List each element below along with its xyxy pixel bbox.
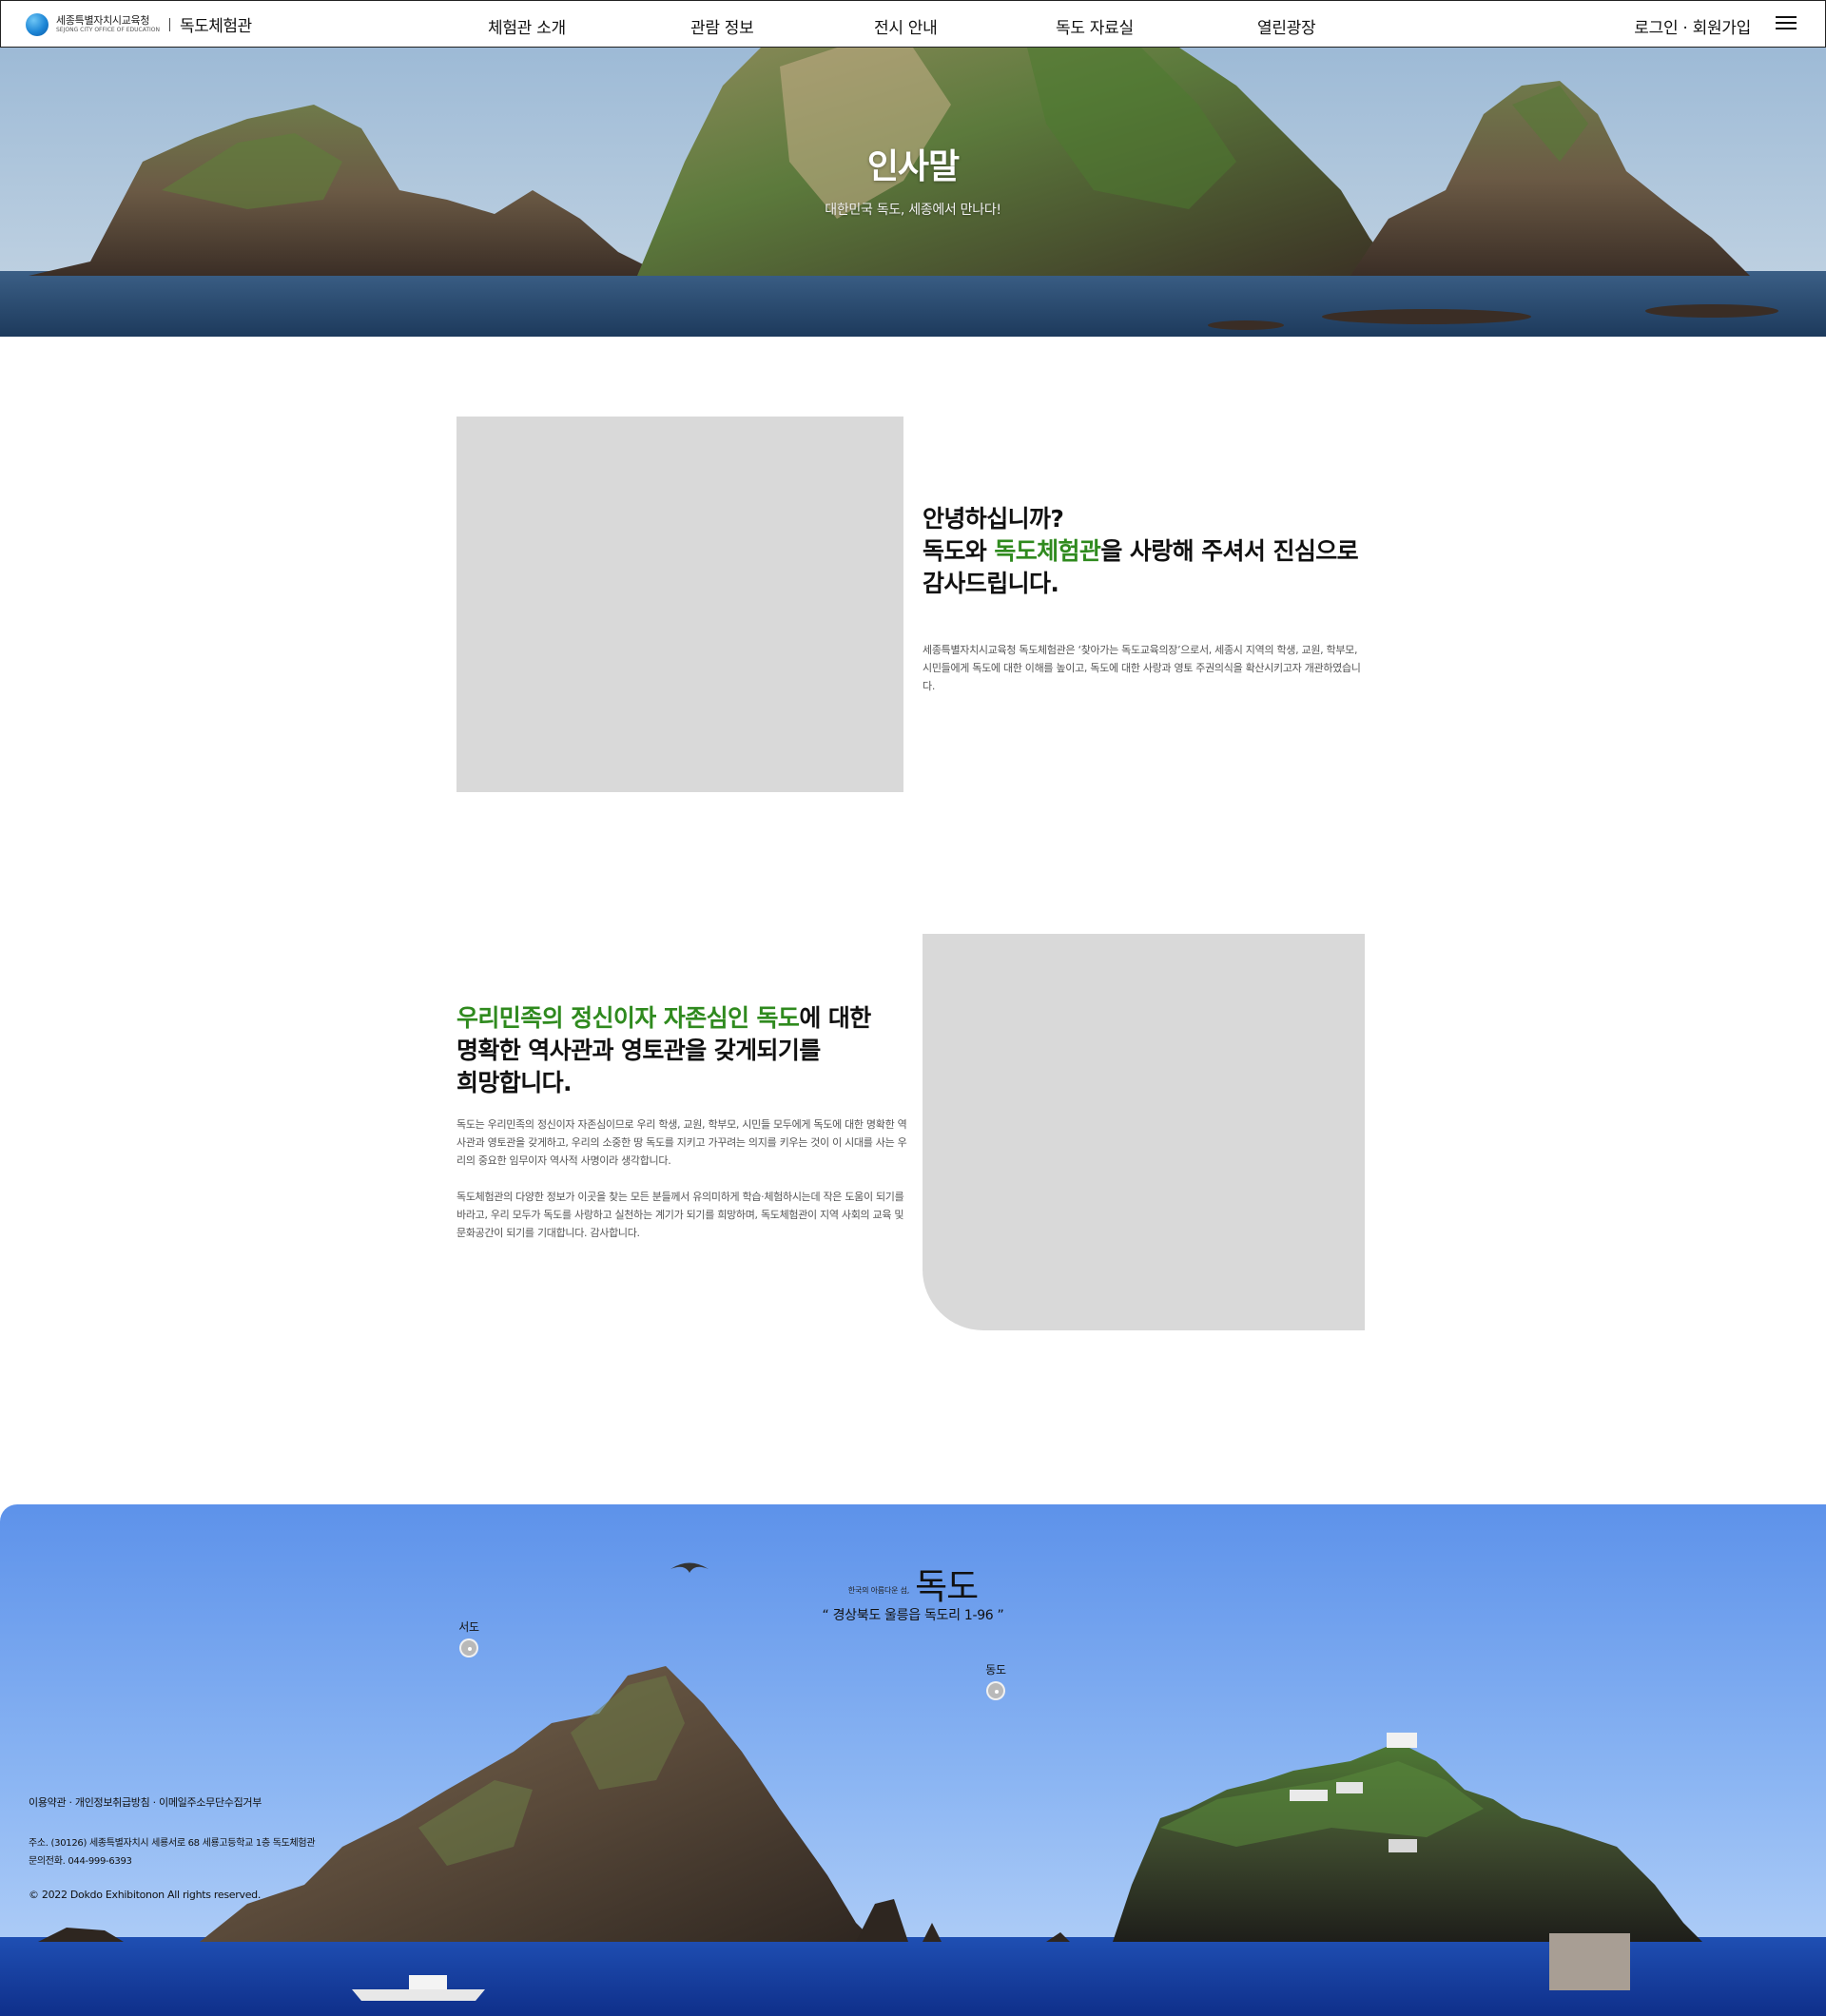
marker-seodo-label: 서도 bbox=[458, 1620, 479, 1634]
mission-heading-highlight: 우리민족의 정신이자 자존심인 독도 bbox=[456, 1004, 800, 1032]
nav-item-community[interactable]: 열린광장 bbox=[1257, 14, 1316, 38]
site-name: 독도체험관 bbox=[179, 17, 252, 36]
greeting-heading-line1: 안녕하십니까? bbox=[923, 505, 1064, 533]
greeting-heading-post: 을 사랑해 주셔서 진심으로 bbox=[1100, 537, 1359, 565]
user-util: 로그인 · 회원가입 bbox=[1634, 14, 1751, 38]
greeting-heading-line3: 감사드립니다. bbox=[923, 570, 1059, 597]
nav-item-about[interactable]: 체험관 소개 bbox=[488, 14, 566, 38]
scroll-top-button[interactable] bbox=[1549, 1933, 1630, 1990]
signup-link[interactable]: 회원가입 bbox=[1693, 19, 1752, 38]
mission-image-placeholder bbox=[923, 934, 1365, 1330]
marker-dongdo[interactable]: 동도 bbox=[967, 1661, 1024, 1704]
nav-item-archive[interactable]: 독도 자료실 bbox=[1056, 14, 1134, 38]
mission-paragraph-1: 독도는 우리민족의 정신이자 자존심이므로 우리 학생, 교원, 학부모, 시민… bbox=[456, 1118, 907, 1167]
marker-seodo[interactable]: 서도 bbox=[440, 1619, 497, 1661]
footer-link-privacy[interactable]: 개인정보취급방침 bbox=[75, 1796, 150, 1809]
org-name: 세종특별자치시교육청 bbox=[56, 14, 150, 27]
logo-divider bbox=[168, 17, 170, 31]
mission-heading-line3: 희망합니다. bbox=[456, 1069, 573, 1096]
greeting-image-placeholder bbox=[456, 417, 903, 792]
sejong-emblem-icon bbox=[26, 12, 49, 36]
footer-address: 주소. (30126) 세종특별자치시 세룡서로 68 세룡고등학교 1층 독도… bbox=[29, 1838, 316, 1849]
nav-item-exhibition[interactable]: 전시 안내 bbox=[874, 14, 938, 38]
util-separator: · bbox=[1678, 19, 1693, 38]
org-logo-text: 세종특별자치시교육청 SEJONG CITY OFFICE OF EDUCATI… bbox=[56, 15, 160, 33]
mission-heading: 우리민족의 정신이자 자존심인 독도에 대한 명확한 역사관과 영토관을 갖게되… bbox=[456, 1002, 903, 1099]
footer-phone: 문의전화. 044-999-6393 bbox=[29, 1856, 132, 1867]
hamburger-menu-icon[interactable] bbox=[1776, 16, 1797, 31]
nav-item-visit-info[interactable]: 관람 정보 bbox=[690, 14, 754, 38]
mission-heading-line2: 명확한 역사관과 영토관을 갖게되기를 bbox=[456, 1037, 821, 1064]
org-name-en: SEJONG CITY OFFICE OF EDUCATION bbox=[56, 27, 160, 33]
footer-link-terms[interactable]: 이용약관 bbox=[29, 1796, 67, 1809]
greeting-heading: 안녕하십니까? 독도와 독도체험관을 사랑해 주셔서 진심으로 감사드립니다. bbox=[923, 503, 1370, 600]
page-title: 인사말 bbox=[866, 147, 960, 186]
greeting-heading-pre: 독도와 bbox=[923, 537, 995, 565]
site-logo[interactable]: 세종특별자치시교육청 SEJONG CITY OFFICE OF EDUCATI… bbox=[26, 12, 252, 36]
map-pin-icon[interactable] bbox=[986, 1681, 1005, 1700]
dokdo-address: “ 경상북도 울릉읍 독도리 1-96 ” bbox=[822, 1608, 1004, 1623]
site-header: 세종특별자치시교육청 SEJONG CITY OFFICE OF EDUCATI… bbox=[0, 0, 1826, 48]
map-pin-icon[interactable] bbox=[459, 1638, 478, 1657]
footer-copyright: © 2022 Dokdo Exhibitonon All rights rese… bbox=[29, 1889, 262, 1901]
dokdo-title: 한국의 아름다운 섬, 독도 bbox=[0, 1558, 1826, 1609]
footer-link-email[interactable]: 이메일주소무단수집거부 bbox=[159, 1796, 262, 1809]
mission-heading-post: 에 대한 bbox=[799, 1004, 871, 1032]
dokdo-tagline: 한국의 아름다운 섬, bbox=[847, 1586, 910, 1595]
marker-dongdo-label: 동도 bbox=[985, 1663, 1006, 1677]
footer-links: 이용약관 · 개인정보취급방침 · 이메일주소무단수집거부 bbox=[29, 1794, 262, 1810]
page-subtitle: 대한민국 독도, 세종에서 만나다! bbox=[825, 203, 1001, 218]
login-link[interactable]: 로그인 bbox=[1634, 19, 1678, 38]
dokdo-name: 독도 bbox=[915, 1566, 979, 1607]
footer-link-sep: · bbox=[149, 1796, 160, 1809]
greeting-heading-highlight: 독도체험관 bbox=[994, 537, 1101, 565]
hero-dokdo-photo bbox=[0, 48, 1826, 337]
greeting-paragraph: 세종특별자치시교육청 독도체험관은 ‘찾아가는 독도교육의장’으로서, 세종시 … bbox=[923, 644, 1361, 692]
dokdo-footer-section: 한국의 아름다운 섬, 독도 “ 경상북도 울릉읍 독도리 1-96 ” 서도 동… bbox=[0, 1504, 1826, 2016]
footer-contact: 주소. (30126) 세종특별자치시 세룡서로 68 세룡고등학교 1층 독도… bbox=[29, 1834, 316, 1871]
hero-banner: 인사말 대한민국 독도, 세종에서 만나다! bbox=[0, 48, 1826, 337]
mission-paragraph-2: 독도체험관의 다양한 정보가 이곳을 찾는 모든 분들께서 유의미하게 학습·체… bbox=[456, 1191, 904, 1239]
footer-link-sep: · bbox=[66, 1796, 75, 1809]
